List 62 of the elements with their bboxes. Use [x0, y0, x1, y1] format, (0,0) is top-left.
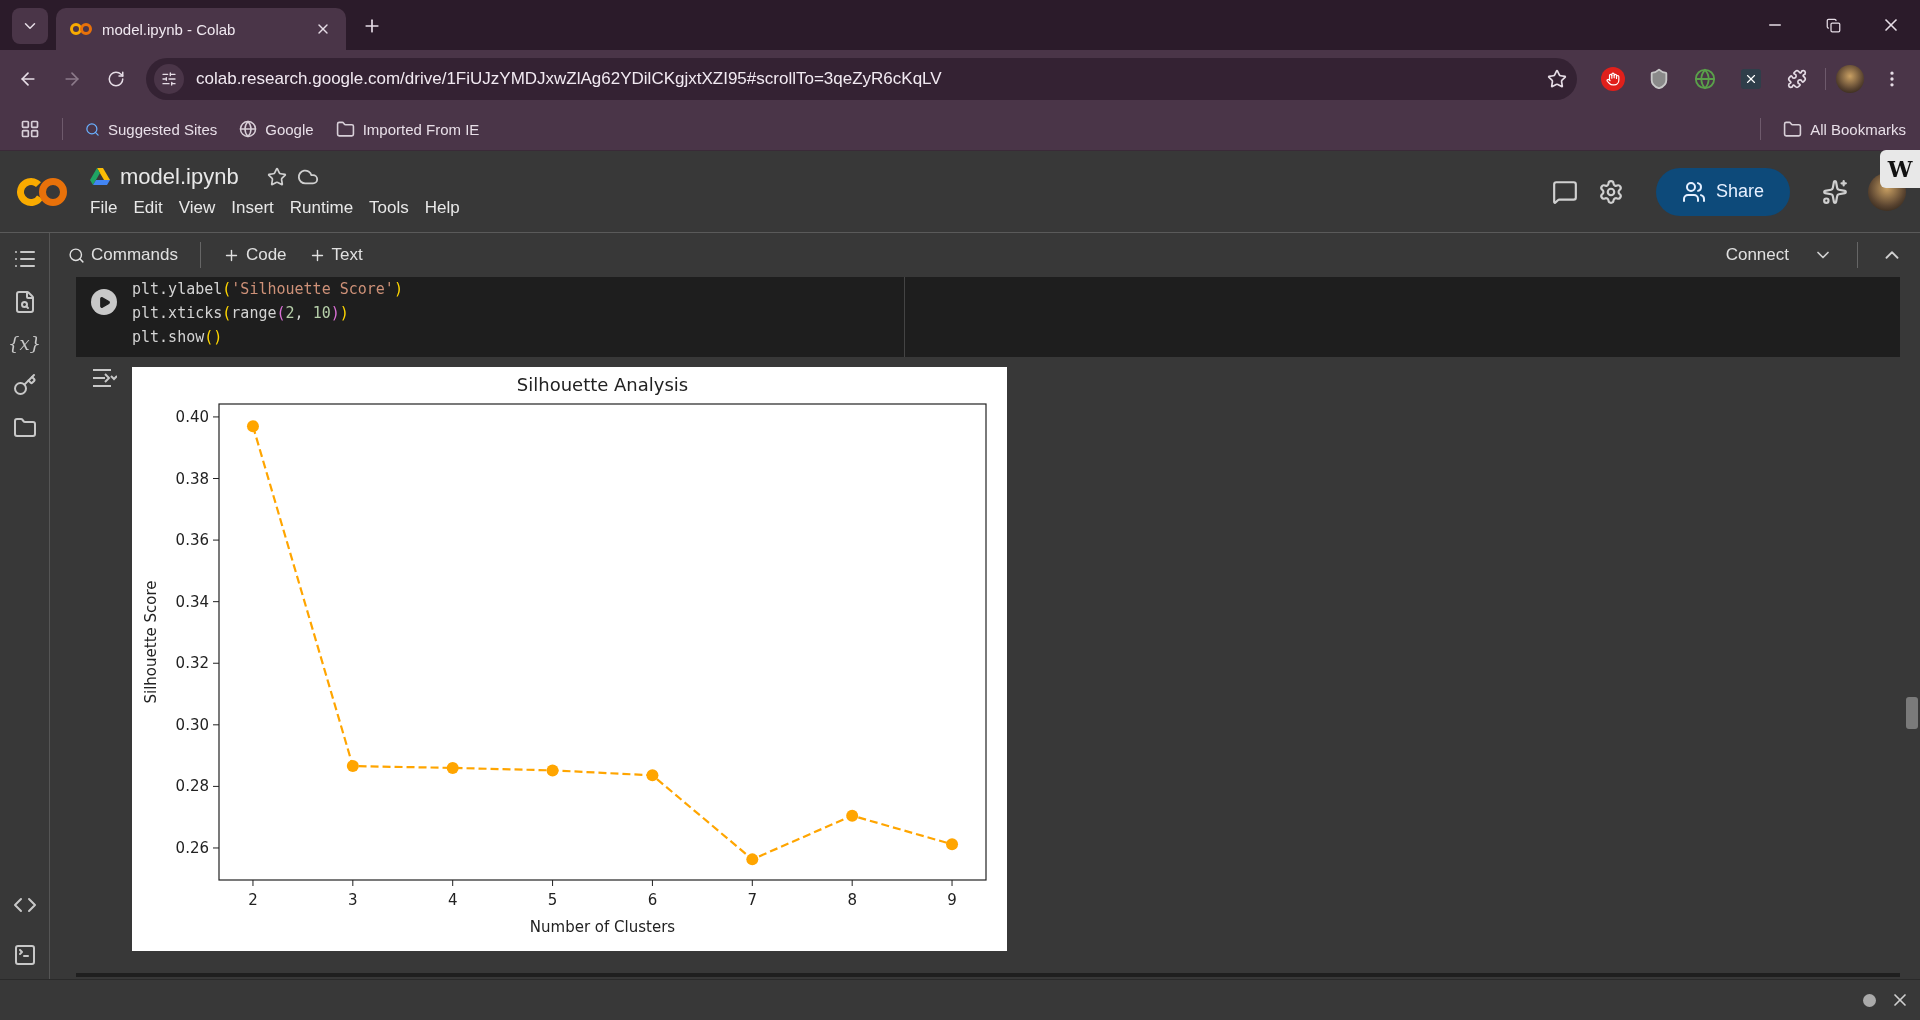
menu-item[interactable]: View — [170, 195, 224, 220]
menu-item[interactable]: Edit — [125, 195, 171, 220]
menu-item[interactable]: Help — [416, 195, 468, 220]
menu-item[interactable]: Runtime — [281, 195, 362, 220]
x-tick: 4 — [447, 879, 458, 909]
code-line: plt.xticks(range(2, 10)) — [132, 303, 350, 324]
url-text: colab.research.google.com/drive/1FiUJzYMDJxwZlAg62YDilCKgjxtXZI95#scrollTo=3qeZyR6cKqLV — [196, 69, 943, 89]
x-tick-label: 9 — [947, 891, 957, 909]
y-tick: 0.38 — [175, 469, 220, 488]
y-tick: 0.30 — [175, 715, 220, 734]
x-tick: 9 — [947, 879, 957, 909]
extension-badge[interactable]: W — [1880, 149, 1920, 188]
y-tick-label: 0.28 — [175, 777, 209, 796]
y-tick-label: 0.40 — [175, 407, 209, 426]
x-tick: 2 — [248, 879, 258, 909]
menu-item[interactable]: File — [82, 195, 126, 220]
x-tick-label: 5 — [547, 891, 558, 909]
x-axis-label: Number of Clusters — [529, 918, 676, 936]
x-tick-label: 2 — [248, 891, 258, 909]
all-bookmarks-link[interactable]: All Bookmarks — [1783, 119, 1906, 139]
share-button[interactable]: Share — [1656, 167, 1790, 216]
y-tick-label: 0.34 — [175, 592, 209, 611]
y-axis-label: Silhouette Score — [142, 580, 160, 704]
x-tick: 7 — [747, 879, 758, 909]
x-tick-label: 3 — [348, 891, 358, 909]
y-tick-label: 0.36 — [175, 531, 209, 550]
commands-button[interactable]: Commands — [60, 241, 186, 269]
y-tick-label: 0.32 — [175, 654, 209, 673]
y-tick-label: 0.30 — [175, 715, 209, 734]
browser-tab[interactable]: model.ipynb - Colab — [56, 8, 346, 50]
x-tick: 5 — [547, 879, 558, 909]
code-line: plt.show() — [132, 327, 224, 348]
y-tick: 0.28 — [175, 777, 220, 796]
y-tick-label: 0.38 — [175, 469, 209, 488]
add-code-button[interactable]: Code — [214, 241, 295, 269]
y-tick-label: 0.26 — [175, 838, 209, 857]
code-line: plt.ylabel('Silhouette Score') — [132, 279, 404, 300]
address-bar[interactable]: colab.research.google.com/drive/1FiUJzYMDJxwZlAg62YDilCKgjxtXZI95#scrollTo=3qeZyR6cKqLV — [146, 58, 1577, 100]
bookmark-link[interactable]: Google — [239, 120, 314, 138]
y-tick: 0.36 — [175, 531, 220, 550]
y-tick: 0.26 — [175, 839, 220, 857]
variables-icon[interactable]: {x} — [7, 333, 42, 354]
connect-button[interactable]: Connect — [1717, 241, 1797, 269]
bookmark-link[interactable]: Suggested Sites — [85, 120, 218, 138]
x-tick-label: 7 — [747, 891, 758, 909]
y-tick: 0.40 — [175, 407, 220, 426]
chart-title: Silhouette Analysis — [516, 374, 689, 395]
x-tick-label: 6 — [647, 891, 658, 909]
bookmark-link[interactable]: Imported From IE — [335, 119, 480, 139]
notebook-title[interactable]: model.ipynb — [120, 163, 239, 190]
x-tick-label: 4 — [447, 891, 458, 909]
add-text-button[interactable]: Text — [300, 241, 371, 269]
x-tick: 6 — [647, 879, 658, 909]
menu-item[interactable]: Insert — [223, 195, 282, 220]
y-tick: 0.32 — [175, 654, 220, 673]
y-tick: 0.34 — [175, 592, 220, 611]
code-cell[interactable]: plt.ylabel('Silhouette Score') plt.xticks(range(2, 10)) plt.show() — [76, 277, 1900, 357]
x-tick: 8 — [847, 879, 857, 909]
menu-item[interactable]: Tools — [361, 195, 417, 220]
x-tick-label: 8 — [847, 891, 857, 909]
x-tick: 3 — [348, 879, 358, 909]
tab-title: model.ipynb - Colab — [102, 20, 237, 38]
